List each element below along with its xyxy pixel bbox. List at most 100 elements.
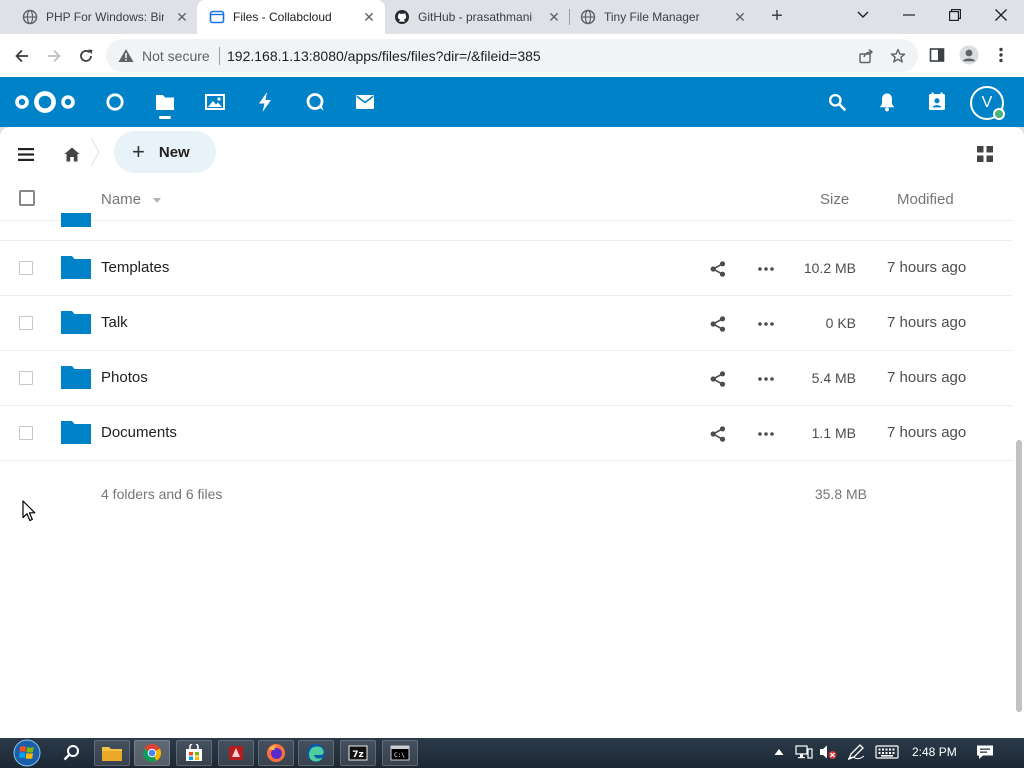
back-button[interactable] [8, 42, 36, 70]
row-checkbox[interactable] [19, 426, 33, 440]
table-row[interactable]: Documents 1.1 MB 7 hours ago [0, 406, 1012, 461]
profile-icon[interactable] [958, 44, 980, 66]
tab-title: GitHub - prasathmani [418, 10, 533, 24]
grid-view-toggle-icon[interactable] [975, 144, 995, 164]
command-prompt-icon[interactable]: C:\ [382, 740, 418, 766]
side-panel-icon[interactable] [926, 44, 948, 66]
photos-icon[interactable] [203, 90, 227, 114]
search-icon[interactable] [54, 740, 90, 766]
file-modified: 7 hours ago [887, 424, 967, 441]
network-icon[interactable] [795, 744, 813, 763]
browser-tab[interactable]: GitHub - prasathmani ✕ [384, 0, 570, 34]
volume-muted-icon[interactable] [819, 744, 837, 763]
more-actions-icon[interactable] [756, 260, 776, 278]
home-icon[interactable] [60, 142, 84, 166]
new-button[interactable]: + New [114, 131, 216, 173]
share-page-icon[interactable] [857, 47, 875, 65]
app-header [0, 77, 1024, 127]
share-icon[interactable] [709, 370, 727, 388]
kebab-menu-icon[interactable] [990, 44, 1012, 66]
file-size: 5.4 MB [811, 370, 856, 386]
pen-icon[interactable] [847, 744, 865, 763]
folder-icon[interactable] [61, 310, 91, 334]
share-icon[interactable] [709, 425, 727, 443]
folder-icon[interactable] [61, 255, 91, 279]
contacts-icon[interactable] [925, 90, 949, 114]
new-button-label: New [158, 143, 190, 161]
github-icon [394, 9, 410, 25]
store-icon[interactable] [176, 740, 212, 766]
notifications-bell-icon[interactable] [875, 90, 899, 114]
close-icon[interactable]: ✕ [546, 9, 562, 25]
breadcrumb-separator-icon [90, 137, 100, 167]
browser-tab-active[interactable]: Files - Collabcloud ✕ [197, 0, 385, 34]
row-checkbox[interactable] [19, 316, 33, 330]
reload-button[interactable] [72, 42, 100, 70]
file-explorer-icon[interactable] [94, 740, 130, 766]
new-tab-button[interactable]: + [765, 5, 789, 29]
dashboard-icon[interactable] [103, 90, 127, 114]
file-name[interactable]: Photos [101, 369, 148, 386]
share-icon[interactable] [709, 315, 727, 333]
file-modified: 7 hours ago [887, 369, 967, 386]
table-row[interactable]: Talk 0 KB 7 hours ago [0, 296, 1012, 351]
close-icon[interactable]: ✕ [361, 9, 377, 25]
restore-button[interactable] [932, 0, 978, 30]
row-checkbox[interactable] [19, 261, 33, 275]
file-name[interactable]: Templates [101, 259, 169, 276]
7zip-icon[interactable]: 7z [340, 740, 376, 766]
firefox-icon[interactable] [258, 740, 294, 766]
edge-icon[interactable] [298, 740, 334, 766]
more-actions-icon[interactable] [756, 425, 776, 443]
mail-icon[interactable] [353, 90, 377, 114]
table-row[interactable]: Photos 5.4 MB 7 hours ago [0, 351, 1012, 406]
url-text[interactable]: 192.168.1.13:8080/apps/files/files?dir=/… [227, 48, 541, 64]
file-name[interactable]: Documents [101, 424, 177, 441]
close-icon[interactable]: ✕ [174, 9, 190, 25]
notifications-icon[interactable] [976, 744, 994, 763]
close-icon[interactable]: ✕ [732, 9, 748, 25]
bookmark-star-icon[interactable] [889, 47, 907, 65]
minimize-button[interactable] [886, 0, 932, 30]
start-button[interactable] [10, 739, 44, 767]
files-controls-bar: + New [0, 127, 1024, 179]
activity-icon[interactable] [253, 90, 277, 114]
share-icon[interactable] [709, 260, 727, 278]
warning-icon[interactable] [118, 48, 134, 68]
files-content: + New Name Size Modified Templates 10.2 … [0, 127, 1024, 738]
show-hidden-icons-icon[interactable] [774, 745, 784, 759]
table-row-partial[interactable] [0, 185, 1012, 241]
file-summary: 4 folders and 6 files [101, 486, 223, 502]
file-size: 10.2 MB [803, 260, 856, 276]
taskbar-clock[interactable]: 2:48 PM [912, 745, 957, 759]
tab-search-button[interactable] [840, 0, 886, 30]
folder-icon[interactable] [61, 420, 91, 444]
total-size: 35.8 MB [814, 486, 867, 502]
search-icon[interactable] [825, 90, 849, 114]
address-bar[interactable]: Not secure 192.168.1.13:8080/apps/files/… [106, 39, 918, 72]
hamburger-menu-icon[interactable] [15, 143, 37, 165]
browser-tab[interactable]: Tiny File Manager ✕ [570, 0, 756, 34]
address-divider [219, 47, 220, 65]
nextcloud-logo[interactable] [14, 89, 76, 120]
svg-text:C:\: C:\ [394, 752, 405, 759]
more-actions-icon[interactable] [756, 370, 776, 388]
folder-icon[interactable] [61, 365, 91, 389]
table-row[interactable]: Templates 10.2 MB 7 hours ago [0, 241, 1012, 296]
chrome-icon[interactable] [134, 740, 170, 766]
talk-icon[interactable] [303, 90, 327, 114]
close-window-button[interactable] [978, 0, 1024, 30]
scrollbar-thumb[interactable] [1016, 440, 1022, 712]
globe-icon [22, 9, 38, 25]
globe-icon [580, 9, 596, 25]
plus-icon: + [132, 139, 145, 164]
file-name[interactable]: Talk [101, 314, 128, 331]
forward-button[interactable] [40, 42, 68, 70]
security-label[interactable]: Not secure [142, 48, 210, 64]
files-icon[interactable] [153, 90, 177, 114]
app-icon[interactable] [218, 740, 254, 766]
browser-tab[interactable]: PHP For Windows: Bin ✕ [10, 0, 198, 34]
more-actions-icon[interactable] [756, 315, 776, 333]
row-checkbox[interactable] [19, 371, 33, 385]
keyboard-icon[interactable] [875, 744, 899, 763]
